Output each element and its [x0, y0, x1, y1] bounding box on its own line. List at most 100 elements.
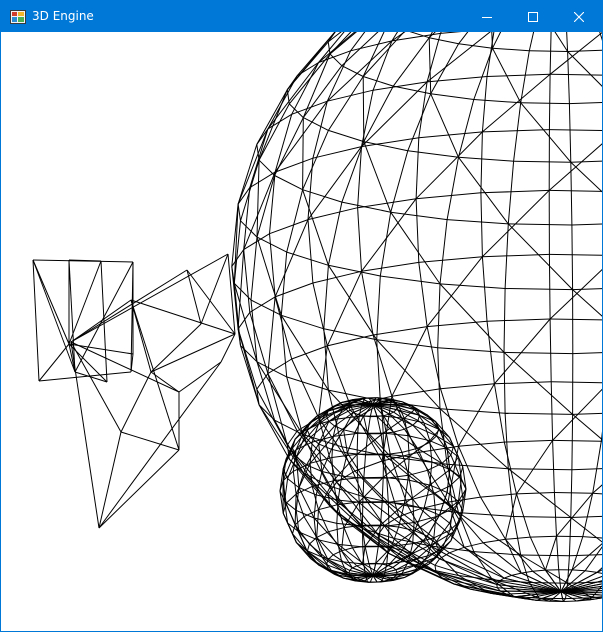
wire-edge	[550, 318, 602, 321]
wire-edge	[186, 269, 202, 325]
wire-edge	[439, 514, 450, 524]
wire-edge	[596, 571, 602, 574]
wire-edge	[513, 160, 571, 163]
wire-edge	[549, 189, 602, 192]
wire-edge	[130, 299, 236, 335]
wire-edge	[571, 414, 574, 470]
wire-edge	[376, 339, 381, 401]
wire-edge	[361, 261, 419, 272]
wire-edge	[532, 569, 546, 572]
title-bar[interactable]: 3D Engine	[1, 1, 602, 32]
wire-edge	[316, 509, 319, 538]
wire-edge	[302, 65, 343, 118]
wire-edge	[390, 211, 441, 285]
close-button[interactable]	[556, 1, 602, 32]
wire-edge	[407, 150, 459, 158]
wire-edge	[267, 358, 292, 375]
wire-edge	[336, 523, 339, 545]
wire-edge	[569, 101, 602, 105]
wire-edge	[343, 429, 356, 433]
wire-edge	[572, 289, 602, 317]
wire-edge	[572, 288, 602, 291]
wire-edge	[280, 315, 329, 391]
wire-edge	[178, 361, 222, 393]
wire-edge	[267, 296, 276, 374]
wire-edge	[552, 440, 555, 493]
app-icon	[10, 10, 26, 24]
wire-edge	[437, 347, 505, 353]
wire-edge	[513, 516, 522, 556]
wire-edge	[388, 565, 394, 568]
wire-edge	[592, 441, 602, 494]
wire-edge	[516, 440, 554, 495]
wire-edge	[387, 525, 390, 547]
wire-edge	[439, 283, 506, 289]
minimize-button[interactable]	[464, 1, 510, 32]
wire-edge	[408, 475, 414, 500]
wire-edge	[363, 415, 369, 434]
wire-edge	[313, 517, 317, 540]
wire-edge	[38, 371, 132, 382]
wire-edge	[323, 328, 329, 391]
wire-edge	[380, 275, 441, 285]
maximize-button[interactable]	[510, 1, 556, 32]
render-viewport[interactable]	[1, 32, 602, 632]
wire-edge	[323, 265, 329, 329]
render-canvas-area[interactable]	[1, 32, 602, 632]
wire-edge	[70, 341, 122, 433]
wire-edge	[243, 249, 251, 313]
wire-edge	[570, 160, 602, 163]
wire-edge	[407, 93, 432, 151]
wire-edge	[553, 492, 557, 537]
wire-edge	[508, 468, 572, 471]
wire-edge	[267, 62, 319, 130]
wire-edge	[473, 48, 493, 100]
wire-edge	[458, 156, 514, 162]
wire-edge	[269, 172, 276, 234]
wire-edge	[294, 516, 305, 526]
wire-edge	[362, 76, 365, 142]
wire-edge	[486, 318, 551, 322]
wire-edge	[237, 249, 245, 329]
wire-edge	[582, 536, 602, 539]
wire-edge	[237, 128, 269, 205]
wire-edge	[328, 264, 381, 277]
wire-edge	[505, 412, 573, 415]
wire-edge	[418, 131, 483, 139]
wire-edge	[556, 536, 560, 570]
wire-edge	[298, 487, 315, 519]
wire-edge	[458, 512, 521, 556]
wire-edge	[346, 432, 356, 454]
wire-edge	[363, 454, 366, 479]
wire-edge	[350, 32, 366, 52]
wire-edge	[280, 252, 288, 316]
wire-edge	[507, 223, 573, 290]
wire-edge	[503, 352, 506, 414]
wire-edge	[427, 76, 488, 83]
wire-edge	[256, 361, 304, 435]
wire-edge	[464, 542, 484, 548]
wire-edge	[513, 516, 571, 518]
wire-edge	[363, 477, 389, 503]
app-window: 3D Engine	[0, 0, 603, 632]
wire-edge	[473, 99, 521, 104]
wire-edge	[287, 478, 300, 488]
wire-edge	[327, 41, 331, 55]
wire-edge	[391, 388, 441, 397]
wire-edge	[296, 542, 311, 559]
wire-edge	[433, 516, 437, 538]
wire-edge	[530, 535, 557, 538]
wire-edge	[412, 522, 415, 544]
wire-edge	[381, 477, 384, 502]
wire-edge	[373, 81, 428, 91]
close-icon	[574, 11, 584, 22]
wire-edge	[439, 408, 448, 465]
wire-edge	[381, 415, 384, 434]
wire-edge	[428, 37, 432, 94]
wire-edge	[258, 404, 290, 460]
wire-edge	[429, 37, 459, 45]
wire-edge	[570, 469, 573, 518]
wire-edge	[572, 352, 602, 355]
wire-edge	[433, 493, 454, 510]
wire-edge	[331, 457, 334, 481]
